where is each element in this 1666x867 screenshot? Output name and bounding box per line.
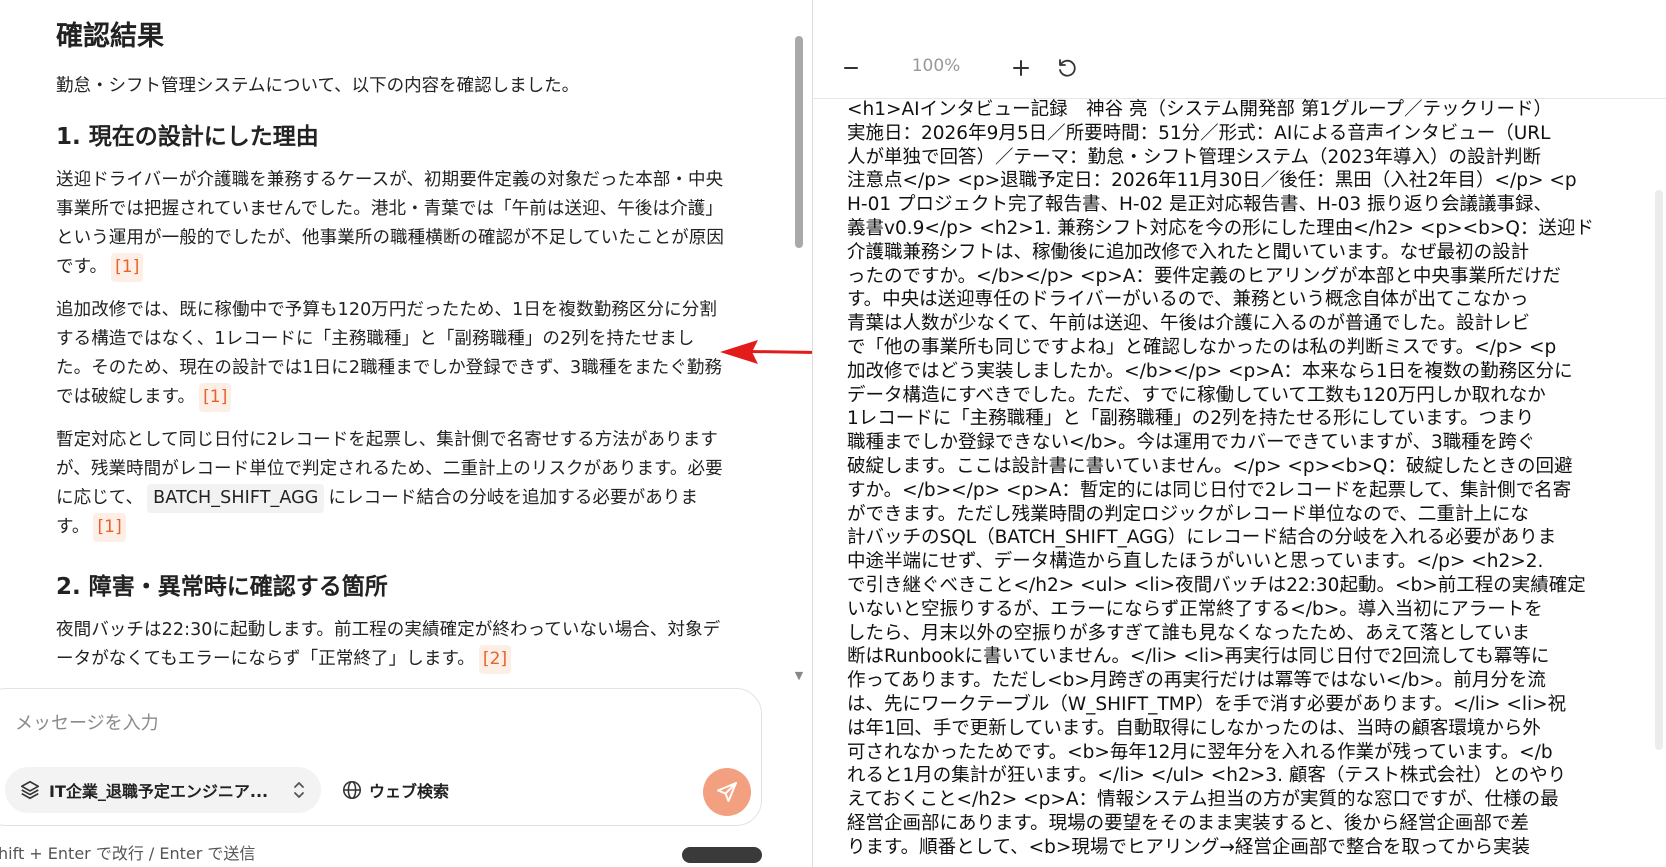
document-line: データ構造にすべきでした。ただ、すでに稼働していて工数も120万円しか取れなか (847, 384, 1546, 406)
minus-icon (844, 67, 858, 69)
answer-title: 確認結果 (56, 21, 164, 52)
document-line: れると1月の集計が狂います。</li> </ul> <h2>3. 顧客（テスト株… (847, 765, 1567, 787)
rotate-ccw-icon (1059, 59, 1076, 77)
web-search-label: ウェブ検索 (369, 782, 450, 801)
plus-icon (1013, 60, 1029, 76)
document-line: 破綻します。ここは設計書に書いていません。</p> <p><b>Q：破綻したとき… (847, 455, 1573, 477)
layers-icon (20, 780, 40, 800)
citation-1[interactable]: [1] (93, 513, 126, 542)
document-line: 断はRunbookに書いていません。</li> <li>再実行は同じ日付で2回流… (847, 646, 1550, 668)
section-heading-2: 2. 障害・異常時に確認する箇所 (56, 574, 388, 600)
citation-2[interactable]: [2] (478, 645, 512, 674)
document-line: <h1>AIインタビュー記録 神谷 亮（システム開発部 第1グループ／テックリー… (847, 99, 1552, 120)
document-line: は、先にワークテーブル（W_SHIFT_TMP）を手で消す必要があります。</l… (847, 693, 1567, 715)
section-1-paragraph-3: 暫定対応として同じ日付に2レコードを起票し、集計側で名寄せする方法がありますが、… (56, 426, 728, 542)
web-search-button[interactable]: ウェブ検索 (341, 767, 449, 813)
document-line: 計バッチのSQL（BATCH_SHIFT_AGG）にレコード結合の分岐を入れる必… (847, 527, 1557, 549)
document-line: 義書v0.9</p> <h2>1. 兼務シフト対応を今の形にした理由</h2> … (847, 217, 1594, 239)
document-line: ったのですか。</b></p> <p>A：要件定義のヒアリングが本部と中央事業所… (847, 265, 1561, 287)
document-viewer: 100% <h1>AIインタビュー記録 神谷 亮（システム開発部 第1グループ／… (812, 0, 1666, 867)
chat-scrollbar-thumb[interactable] (795, 36, 803, 248)
knowledge-base-selector[interactable]: IT企業_退職予定エンジニア... (5, 767, 321, 813)
viewer-scrollbar[interactable] (1655, 190, 1663, 750)
document-line: すか。</b></p> <p>A：暫定的には同じ日付で2レコードを起票して、集計… (847, 479, 1572, 501)
document-line: 加改修ではどう実装しましたか。</b></p> <p>A：本来なら1日を複数の勤… (847, 360, 1573, 382)
document-line: 経営企画部にあります。現場の要望をそのまま実装すると、後から経営企画部で差 (847, 812, 1529, 834)
zoom-level: 100% (911, 56, 961, 76)
document-line: 作ってあります。ただし<b>月跨ぎの再実行だけは冪等ではない</b>。前月分を流 (847, 670, 1546, 692)
document-line: えておくこと</h2> <p>A：情報システム担当の方が実質的な窓口ですが、仕様… (847, 789, 1559, 811)
zoom-out-button[interactable] (833, 50, 869, 86)
section-heading-1: 1. 現在の設計にした理由 (56, 124, 319, 150)
document-line: 実施日：2026年9月5日／所要時間：51分／形式：AIによる音声インタビュー（… (847, 122, 1551, 144)
document-line: 職種までしか登録できない</b>。今は運用でカバーできていますが、3職種を跨ぐ (847, 432, 1536, 454)
document-content[interactable]: <h1>AIインタビュー記録 神谷 亮（システム開発部 第1グループ／テックリー… (813, 98, 1666, 867)
citation-1[interactable]: [1] (111, 253, 144, 282)
document-line: は年1回、手で更新しています。自動取得にしなかったのは、当時の顧客環境から外 (847, 717, 1541, 739)
chat-scroll-area[interactable]: 確認結果 勤怠・シフト管理システムについて、以下の内容を確認しました。 1. 現… (0, 0, 790, 688)
document-line: す。中央は送迎専任のドライバーがいるので、兼務という概念自体が出てこなかっ (847, 289, 1529, 311)
globe-icon (342, 780, 362, 800)
knowledge-base-label: IT企業_退職予定エンジニア... (49, 782, 269, 801)
document-line: 青葉は人数が少なくて、午前は送迎、午後は介護に入るのが普通でした。設計レビ (847, 313, 1531, 335)
document-line: 人が単独で回答）／テーマ：勤怠・シフト管理システム（2023年導入）の設計判断 (847, 146, 1542, 168)
document-line: で「他の事業所も同じですよね」と確認しなかったのは私の判断ミスです。</p> <… (847, 336, 1557, 358)
scroll-down-arrow-icon[interactable]: ▼ (793, 670, 805, 682)
document-line: 介護職兼務シフトは、稼働後に追加改修で入れたと聞いています。なぜ最初の設計 (847, 241, 1530, 263)
chat-message: 確認結果 勤怠・シフト管理システムについて、以下の内容を確認しました。 1. 現… (0, 0, 728, 674)
document-line: 中途半端にせず、データ構造から直したほうがいいと思っています。</p> <h2>… (847, 551, 1544, 573)
document-line: 1レコードに「主務職種」と「副務職種」の2列を持たせる形にしています。つまり (847, 408, 1535, 430)
scroll-handle[interactable] (682, 847, 762, 863)
chevron-up-down-icon (294, 782, 304, 798)
document-line: 注意点</p> <p>退職予定日：2026年11月30日／後任：黒田（入社2年目… (847, 170, 1577, 192)
document-line: いないと空振りするが、エラーにならず正常終了する</b>。導入当初にアラートを (847, 598, 1543, 620)
document-line: H-01 プロジェクト完了報告書、H-02 是正対応報告書、H-03 振り返り会… (847, 194, 1553, 216)
document-line: 可されなかったためです。<b>毎年12月に翌年分を入れる作業が残っています。</… (847, 741, 1553, 763)
viewer-header (813, 0, 1666, 37)
chat-pane: 確認結果 勤怠・シフト管理システムについて、以下の内容を確認しました。 1. 現… (0, 0, 812, 867)
section-1-paragraph-1: 送迎ドライバーが介護職を兼務するケースが、初期要件定義の対象だった本部・中央事業… (56, 166, 728, 282)
keyboard-hint: hift + Enter で改行 / Enter で送信 (0, 844, 256, 863)
message-input[interactable] (13, 707, 697, 739)
document-line: ります。順番として、<b>現場でヒアリング→経営企画部で整合を取ってから実装 (847, 836, 1530, 858)
send-button[interactable] (703, 768, 751, 816)
reset-rotate-button[interactable] (1049, 50, 1085, 86)
document-line: ができます。ただし残業時間の判定ロジックがレコード単位なので、二重計上にな (847, 503, 1529, 525)
inline-code: BATCH_SHIFT_AGG (147, 484, 325, 513)
message-composer: IT企業_退職予定エンジニア... ウェブ検索 (0, 688, 762, 826)
document-line: で引き継ぐべきこと</h2> <ul> <li>夜間バッチは22:30起動。<b… (847, 574, 1586, 596)
document-line: したら、月末以外の空振りが多すぎて誰も見なくなったため、あえて落としていま (847, 622, 1531, 644)
document-raw-html: <h1>AIインタビュー記録 神谷 亮（システム開発部 第1グループ／テックリー… (847, 98, 1666, 860)
citation-1[interactable]: [1] (199, 383, 232, 412)
viewer-toolbar: 100% (813, 36, 1666, 99)
send-icon (717, 782, 737, 802)
answer-intro: 勤怠・シフト管理システムについて、以下の内容を確認しました。 (56, 76, 580, 96)
section-1-paragraph-2: 追加改修では、既に稼働中で予算も120万円だったため、1日を複数勤務区分に分割す… (56, 296, 728, 412)
zoom-in-button[interactable] (1003, 50, 1039, 86)
section-2-paragraph-1: 夜間バッチは22:30に起動します。前工程の実績確定が終わっていない場合、対象デ… (56, 616, 728, 674)
